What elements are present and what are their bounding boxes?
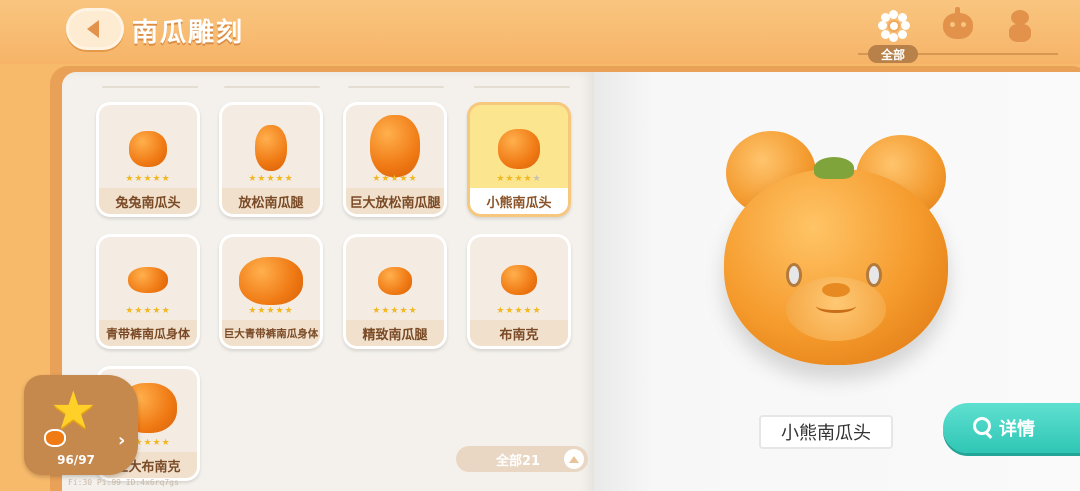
item-card[interactable]: ★★★★★ 精致南瓜腿 bbox=[343, 234, 447, 349]
overalls-pumpkin-body-thumbnail bbox=[128, 267, 168, 293]
item-label: 小熊南瓜头 bbox=[470, 188, 568, 214]
item-label: 巨大放松南瓜腿 bbox=[346, 188, 444, 214]
star-rating: ★★★★★ bbox=[125, 306, 171, 316]
flower-icon bbox=[878, 10, 910, 42]
chevron-up-icon bbox=[564, 449, 584, 469]
preview-name: 小熊南瓜头 bbox=[759, 415, 893, 449]
item-card[interactable]: ★★★★★ 巨大放松南瓜腿 bbox=[343, 102, 447, 217]
filter-tab-head[interactable] bbox=[936, 6, 980, 46]
filter-tab-body[interactable] bbox=[998, 6, 1042, 46]
delicate-pumpkin-legs-thumbnail bbox=[378, 267, 412, 295]
star-rating: ★★★★★ bbox=[496, 174, 542, 184]
pumpkin-body-icon bbox=[1007, 10, 1033, 42]
item-label: 精致南瓜腿 bbox=[346, 320, 444, 346]
item-label: 放松南瓜腿 bbox=[222, 188, 320, 214]
item-card[interactable]: ★★★★★ 布南克 bbox=[467, 234, 571, 349]
search-icon bbox=[973, 417, 995, 439]
sort-filter-label: 全部21 bbox=[496, 453, 541, 469]
star-rating: ★★★★★ bbox=[248, 306, 294, 316]
giant-overalls-pumpkin-body-thumbnail bbox=[239, 257, 303, 305]
star-rating: ★★★★★ bbox=[496, 306, 542, 316]
chevron-left-icon bbox=[87, 20, 99, 38]
star-rating: ★★★★★ bbox=[248, 174, 294, 184]
pumpkin-icon bbox=[44, 429, 66, 447]
bear-pumpkin-head-preview bbox=[720, 125, 960, 375]
collection-count: 96/97 bbox=[57, 453, 95, 467]
chevron-right-icon: › bbox=[118, 430, 126, 451]
star-rating: ★★★★★ bbox=[372, 306, 418, 316]
item-label: 巨大青带裤南瓜身体 bbox=[222, 320, 320, 346]
item-card[interactable]: ★★★★★ 兔兔南瓜头 bbox=[96, 102, 200, 217]
relaxed-pumpkin-legs-thumbnail bbox=[255, 125, 287, 171]
pudding-pumpkin-thumbnail bbox=[501, 265, 537, 295]
item-card[interactable]: ★★★★★ 放松南瓜腿 bbox=[219, 102, 323, 217]
pumpkin-head-icon bbox=[943, 7, 973, 39]
filter-tab-all-label: 全部 bbox=[868, 45, 918, 63]
back-button[interactable] bbox=[66, 8, 124, 50]
star-rating: ★★★★★ bbox=[372, 174, 418, 184]
item-card[interactable]: ★★★★★ 巨大青带裤南瓜身体 bbox=[219, 234, 323, 349]
details-button-label: 详情 bbox=[999, 419, 1035, 440]
star-rating: ★★★★★ bbox=[125, 174, 171, 184]
item-card[interactable]: ★★★★★ 青带裤南瓜身体 bbox=[96, 234, 200, 349]
item-label: 布南克 bbox=[470, 320, 568, 346]
sort-filter-button[interactable]: 全部21 bbox=[456, 446, 588, 472]
debug-info: Fi:30 Pi:99 ID:4x6rq7gs bbox=[68, 478, 179, 487]
bear-pumpkin-head-thumbnail bbox=[498, 129, 540, 169]
item-label: 兔兔南瓜头 bbox=[99, 188, 197, 214]
giant-relaxed-pumpkin-legs-thumbnail bbox=[370, 115, 420, 177]
bunny-pumpkin-head-thumbnail bbox=[129, 131, 167, 167]
collection-progress-button[interactable]: ★ › 96/97 bbox=[24, 375, 138, 475]
page-title: 南瓜雕刻 bbox=[132, 18, 245, 48]
item-label: 青带裤南瓜身体 bbox=[99, 320, 197, 346]
filter-tab-all[interactable] bbox=[872, 6, 916, 46]
item-card-selected[interactable]: ★★★★★ 小熊南瓜头 bbox=[467, 102, 571, 217]
page-divider-lines bbox=[96, 86, 576, 88]
details-button[interactable]: 详情 bbox=[943, 403, 1080, 453]
